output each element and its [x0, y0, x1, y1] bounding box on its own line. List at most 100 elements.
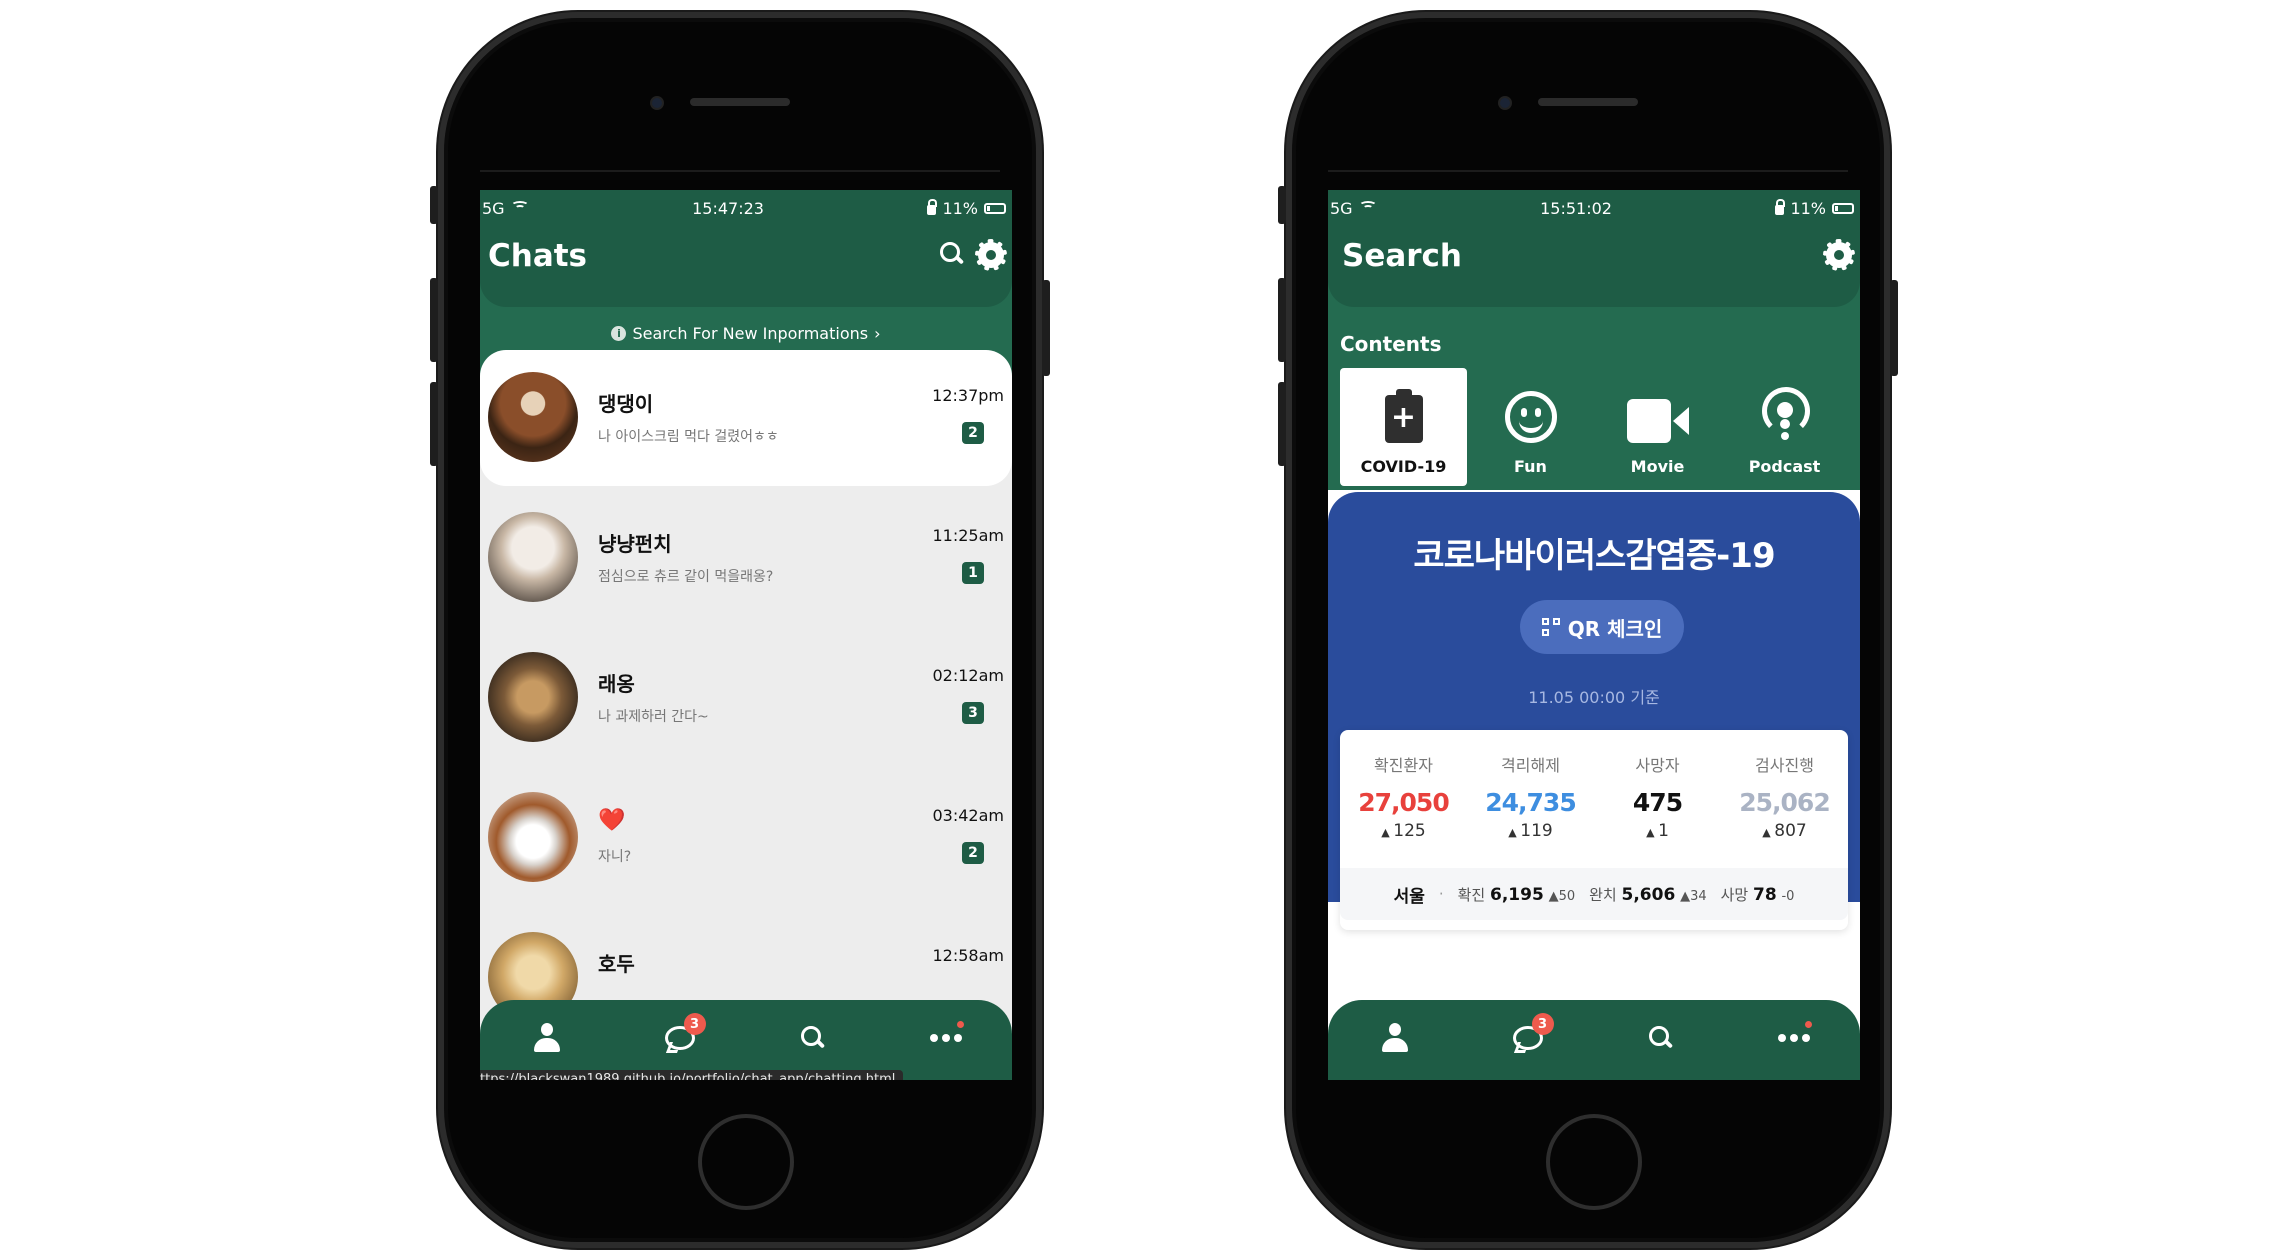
status-time: 15:51:02	[1540, 198, 1612, 218]
search-icon[interactable]	[940, 242, 964, 266]
stat-value: 25,062	[1739, 788, 1830, 817]
tab-friends[interactable]	[1365, 1013, 1425, 1063]
chat-message: 나 아이스크림 먹다 걸렸어ㅎㅎ	[598, 429, 779, 445]
contents-label: Contents	[1340, 332, 1442, 356]
chat-row-3[interactable]: 래옹 나 과제하러 간다~ 02:12am 3	[480, 630, 1012, 770]
qr-checkin-button[interactable]: QR 체크인	[1520, 600, 1684, 654]
page-title: Search	[1342, 238, 1463, 274]
separator-dot: ·	[1438, 885, 1444, 903]
status-bar: 5G 15:47:23 11%	[480, 190, 1012, 226]
mute-switch	[1278, 186, 1286, 224]
qr-code-icon	[1541, 618, 1560, 636]
tab-search[interactable]	[1631, 1013, 1691, 1063]
tab-search[interactable]	[783, 1013, 843, 1063]
label: 사망	[1720, 885, 1749, 904]
avatar	[488, 792, 578, 882]
wifi-icon	[1358, 201, 1377, 215]
value: 78	[1753, 884, 1777, 905]
chat-list: 댕댕이 나 아이스크림 먹다 걸렸어ㅎㅎ 12:37pm 2 냥냥펀치 점심으로…	[480, 350, 1012, 1050]
value: 6,195	[1490, 884, 1544, 905]
status-time: 15:47:23	[692, 198, 764, 218]
search-header: 5G 15:51:02 11% Search	[1328, 190, 1860, 307]
tab-chats[interactable]: 3	[650, 1013, 710, 1063]
chat-time: 02:12am	[932, 666, 1005, 685]
chevron-right-icon: ›	[874, 324, 881, 343]
category-label: Movie	[1630, 457, 1685, 476]
seoul-recovered: 완치 5,606 ▲34	[1589, 884, 1707, 905]
stat-label: 확진환자	[1374, 756, 1433, 775]
stat-value: 27,050	[1358, 788, 1449, 817]
covid-title: 코로나바이러스감염증-19	[1413, 536, 1775, 576]
tab-friends[interactable]	[517, 1013, 577, 1063]
value: 5,606	[1621, 884, 1676, 905]
mute-switch	[430, 186, 438, 224]
page-title: Chats	[488, 238, 588, 274]
screen-top-edge	[1328, 170, 1848, 172]
battery-percent: 11%	[1790, 198, 1826, 218]
network-indicator: 5G	[482, 198, 505, 218]
gear-icon[interactable]	[1823, 239, 1855, 271]
notification-badge: 3	[1531, 1013, 1554, 1035]
chat-message: 점심으로 츄르 같이 먹을래옹?	[598, 569, 774, 585]
category-fun[interactable]: Fun	[1467, 368, 1594, 486]
stat-value: 24,735	[1485, 788, 1576, 817]
chat-row-4[interactable]: ❤️ 자니? 03:42am 2	[480, 770, 1012, 910]
avatar	[488, 652, 578, 742]
search-icon	[800, 1026, 825, 1050]
category-label: Fun	[1514, 457, 1547, 476]
link-url-tooltip: ttps://blackswan1989.github.io/portfolio…	[480, 1070, 904, 1080]
search-banner-text: Search For New Inpormations	[632, 324, 869, 343]
stat-label: 격리해제	[1501, 756, 1560, 775]
chat-name: 래옹	[598, 672, 635, 696]
chat-row-1[interactable]: 댕댕이 나 아이스크림 먹다 걸렸어ㅎㅎ 12:37pm 2	[480, 350, 1012, 486]
chat-name: 댕댕이	[598, 392, 654, 416]
volume-up-button	[430, 278, 438, 362]
volume-down-button	[430, 382, 438, 466]
power-button	[1042, 280, 1050, 376]
tab-more[interactable]	[1764, 1013, 1824, 1063]
delta: ▲50	[1548, 888, 1576, 904]
tab-more[interactable]	[916, 1013, 976, 1063]
stat-confirmed: 확진환자 27,050 125	[1349, 752, 1459, 841]
chat-message: 나 과제하러 간다~	[598, 709, 709, 725]
stat-delta: 119	[1476, 821, 1586, 841]
home-button[interactable]	[698, 1114, 794, 1210]
qr-checkin-label: QR 체크인	[1567, 616, 1663, 641]
seoul-confirmed: 확진 6,195 ▲50	[1458, 884, 1576, 905]
delta: ▲34	[1680, 888, 1707, 904]
category-movie[interactable]: Movie	[1594, 368, 1721, 486]
seoul-deaths: 사망 78 -0	[1721, 884, 1795, 905]
person-icon	[1381, 1023, 1409, 1053]
tab-chats[interactable]: 3	[1498, 1013, 1558, 1063]
stat-recovered: 격리해제 24,735 119	[1476, 752, 1586, 841]
unread-badge: 2	[962, 422, 984, 444]
chat-time: 12:58am	[932, 946, 1005, 965]
smile-icon	[1504, 391, 1557, 443]
stat-testing: 검사진행 25,062 807	[1730, 752, 1840, 841]
gear-icon[interactable]	[975, 239, 1007, 271]
category-covid19[interactable]: COVID-19	[1340, 368, 1467, 486]
notification-dot	[1804, 1021, 1812, 1028]
delta: -0	[1781, 888, 1795, 904]
tab-bar: 3	[480, 1000, 1012, 1080]
notification-dot	[956, 1021, 964, 1028]
battery-percent: 11%	[942, 198, 978, 218]
avatar	[488, 372, 578, 462]
front-camera	[650, 96, 664, 110]
search-icon	[1648, 1026, 1673, 1050]
chat-row-2[interactable]: 냥냥펀치 점심으로 츄르 같이 먹을래옹? 11:25am 1	[480, 490, 1012, 630]
volume-up-button	[1278, 278, 1286, 362]
search-banner-link[interactable]: i Search For New Inpormations ›	[480, 324, 1012, 343]
stat-delta: 1	[1603, 821, 1713, 841]
chat-name: ❤️	[598, 808, 626, 833]
category-label: COVID-19	[1360, 457, 1447, 476]
power-button	[1890, 280, 1898, 376]
category-label: Podcast	[1748, 457, 1821, 476]
video-camera-icon	[1626, 399, 1689, 443]
category-podcast[interactable]: Podcast	[1721, 368, 1848, 486]
unread-badge: 1	[962, 562, 984, 584]
search-screen: Contents COVID-19 Fun Movie Podcast	[1328, 190, 1860, 1080]
covid-stats-card: 확진환자 27,050 125 격리해제 24,735 119 사망자 475 …	[1340, 730, 1848, 930]
home-button[interactable]	[1546, 1114, 1642, 1210]
stat-value: 475	[1632, 788, 1683, 817]
